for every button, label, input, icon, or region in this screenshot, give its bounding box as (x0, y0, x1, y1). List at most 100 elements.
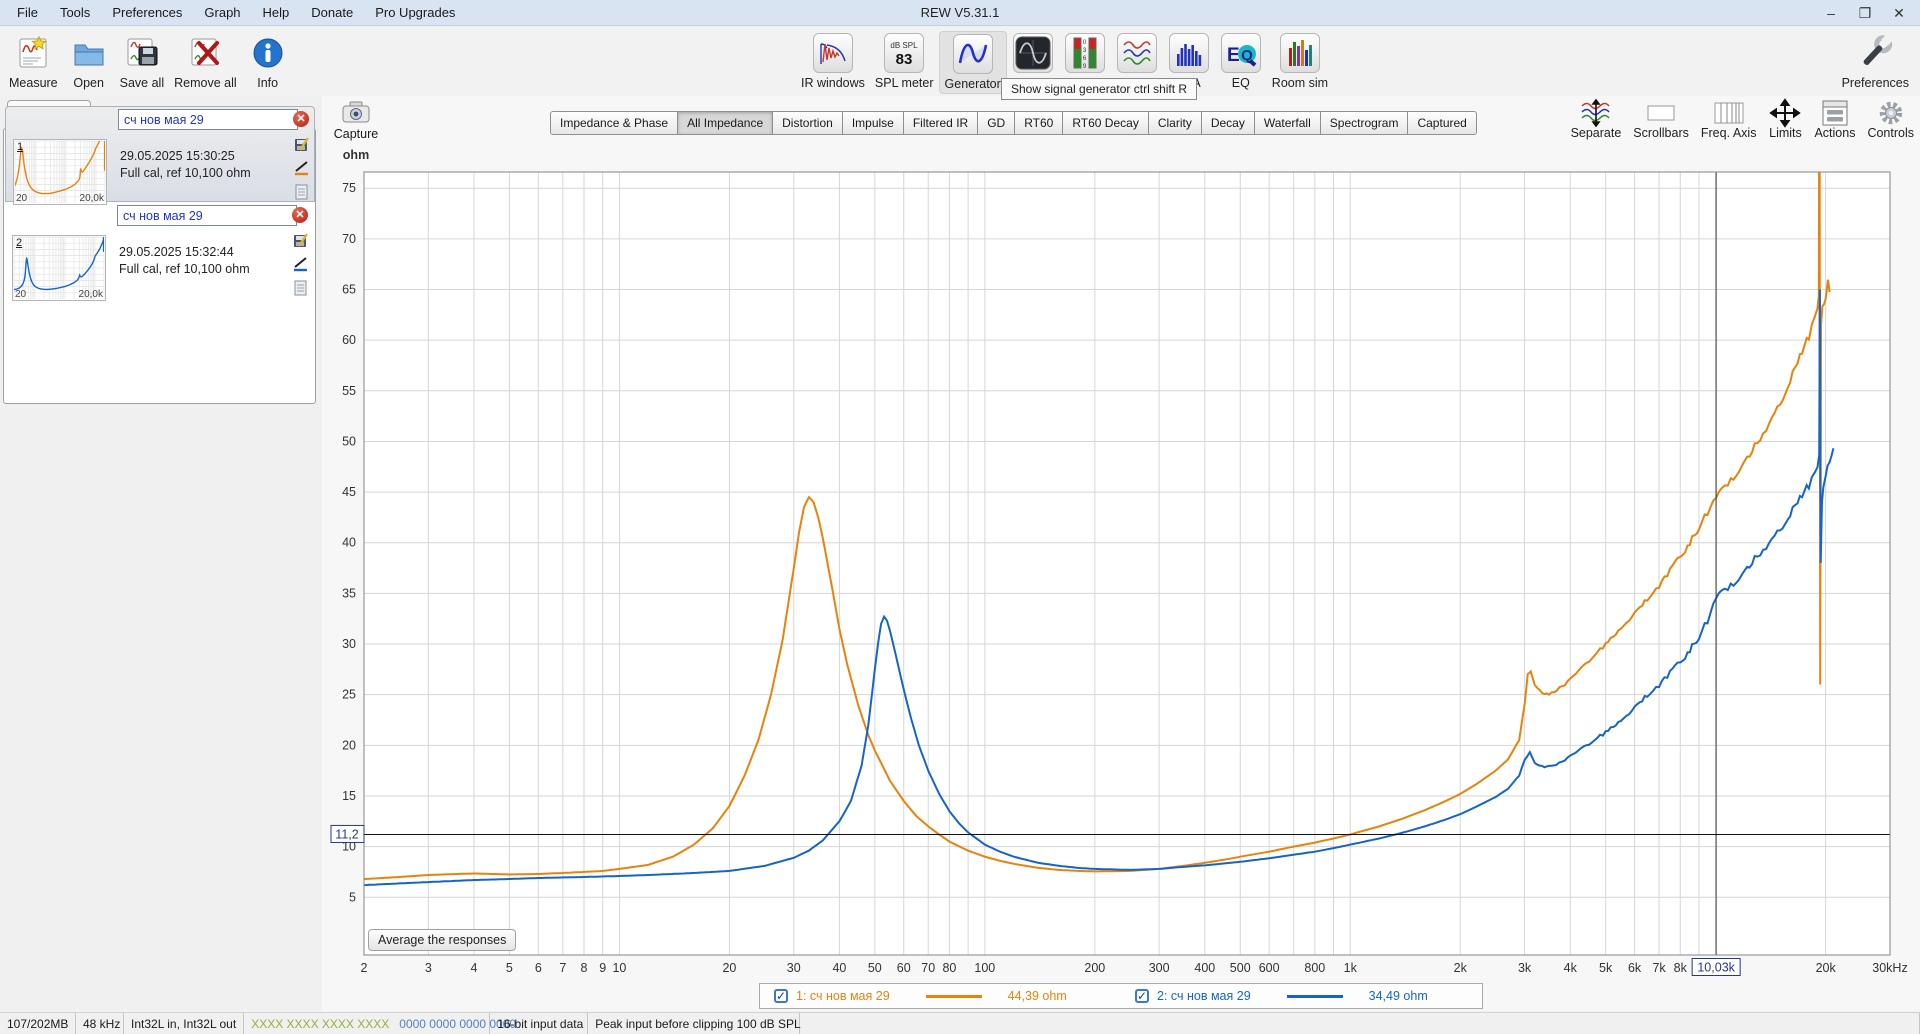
save-measurement-icon[interactable] (292, 231, 309, 248)
svg-text:25: 25 (342, 688, 356, 702)
svg-text:50: 50 (342, 434, 356, 448)
svg-text:80: 80 (942, 961, 956, 975)
measurement-datetime: 29.05.2025 15:32:44 (119, 245, 234, 259)
controls-button[interactable]: Controls (1867, 100, 1914, 140)
svg-text:4: 4 (471, 961, 478, 975)
average-responses-button[interactable]: Average the responses (368, 929, 517, 951)
trace-settings-icon[interactable] (292, 255, 309, 272)
actions-button[interactable]: Actions (1814, 100, 1855, 140)
tab-captured[interactable]: Captured (1407, 111, 1477, 135)
svg-text:70: 70 (921, 961, 935, 975)
svg-text:75: 75 (342, 181, 356, 195)
svg-text:100: 100 (974, 961, 995, 975)
tab-rt60[interactable]: RT60 (1014, 111, 1064, 135)
graph-tool-label: Actions (1814, 126, 1856, 140)
svg-text:70: 70 (342, 232, 356, 246)
tab-decay[interactable]: Decay (1200, 111, 1255, 135)
svg-text:30kHz: 30kHz (1872, 961, 1907, 975)
trace-settings-icon[interactable] (293, 159, 310, 176)
tab-filtered-ir[interactable]: Filtered IR (902, 111, 979, 135)
svg-text:15: 15 (342, 789, 356, 803)
svg-text:6: 6 (535, 961, 542, 975)
actions-icon (1818, 100, 1852, 126)
svg-text:40: 40 (342, 536, 356, 550)
scrollbars-icon (1644, 100, 1678, 126)
svg-text:7k: 7k (1652, 961, 1666, 975)
svg-text:20: 20 (342, 738, 356, 752)
svg-text:300: 300 (1149, 961, 1170, 975)
svg-text:6k: 6k (1628, 961, 1642, 975)
svg-text:5: 5 (506, 961, 513, 975)
save-measurement-icon[interactable] (293, 135, 310, 152)
svg-text:45: 45 (342, 485, 356, 499)
svg-text:60: 60 (342, 333, 356, 347)
svg-text:600: 600 (1259, 961, 1280, 975)
graph-tool-label: Freq. Axis (1700, 126, 1757, 140)
controls-icon (1874, 100, 1908, 126)
svg-text:5: 5 (349, 890, 356, 904)
tab-impedance-phase[interactable]: Impedance & Phase (550, 111, 679, 135)
measurement-info: Full cal, ref 10,100 ohm (120, 166, 251, 180)
measurement-datetime: 29.05.2025 15:30:25 (120, 149, 235, 163)
measurement-thumbnail[interactable]: 2 20 20,0k (12, 235, 106, 301)
svg-text:4k: 4k (1564, 961, 1578, 975)
tab-clarity[interactable]: Clarity (1147, 111, 1202, 135)
notes-icon[interactable] (293, 183, 310, 200)
svg-text:11,2: 11,2 (335, 827, 358, 841)
svg-text:8k: 8k (1674, 961, 1688, 975)
svg-text:10,03k: 10,03k (1697, 961, 1735, 975)
svg-text:10: 10 (612, 961, 626, 975)
svg-text:30: 30 (787, 961, 801, 975)
svg-text:500: 500 (1230, 961, 1251, 975)
separate-button[interactable]: Separate (1570, 98, 1622, 140)
delete-measurement-button[interactable]: ✕ (292, 207, 308, 223)
svg-text:65: 65 (342, 283, 356, 297)
svg-text:8: 8 (581, 961, 588, 975)
tab-waterfall[interactable]: Waterfall (1253, 111, 1321, 135)
measurement-item-2[interactable]: 2 20 20,0k 29.05.2025 15:32:44 Full cal,… (5, 203, 315, 301)
tab-impulse[interactable]: Impulse (841, 111, 904, 135)
tab-distortion[interactable]: Distortion (772, 111, 843, 135)
tab-spectrogram[interactable]: Spectrogram (1319, 111, 1409, 135)
svg-text:1k: 1k (1344, 961, 1358, 975)
delete-measurement-button[interactable]: ✕ (293, 111, 309, 127)
svg-text:200: 200 (1084, 961, 1105, 975)
graph-tools: Separate Scrollbars Freq. Axis Limits Action… (1570, 98, 1914, 140)
svg-text:3: 3 (425, 961, 432, 975)
svg-text:7: 7 (559, 961, 566, 975)
rew-application-window: File Tools Preferences Graph Help Donate Pro U… (0, 0, 1920, 1034)
svg-text:55: 55 (342, 384, 356, 398)
svg-text:60: 60 (897, 961, 911, 975)
measurement-item-1[interactable]: 1 20 20,0k 29.05.2025 15:30:25 Full cal,… (5, 106, 315, 205)
svg-text:20k: 20k (1816, 961, 1837, 975)
limits-icon (1768, 98, 1802, 128)
graph-tool-label: Controls (1867, 126, 1914, 140)
measurement-name-input[interactable] (118, 109, 298, 130)
notes-icon[interactable] (292, 279, 309, 296)
freq-axis-button[interactable]: Freq. Axis (1700, 100, 1757, 140)
svg-text:20: 20 (722, 961, 736, 975)
measurement-thumbnail[interactable]: 1 20 20,0k (13, 139, 107, 205)
svg-text:2: 2 (361, 961, 368, 975)
graph-tool-label: Separate (1570, 126, 1622, 140)
generator-tooltip: Show signal generator ctrl shift R (1001, 78, 1198, 100)
svg-text:9: 9 (599, 961, 606, 975)
graph-tabs: Impedance & Phase All Impedance Distortion… (550, 111, 1477, 135)
freq-axis-icon (1712, 100, 1746, 126)
measurement-info: Full cal, ref 10,100 ohm (119, 262, 250, 276)
scrollbars-button[interactable]: Scrollbars (1633, 100, 1689, 140)
graph-tool-label: Scrollbars (1633, 126, 1689, 140)
tab-all-impedance[interactable]: All Impedance (677, 111, 774, 135)
svg-text:800: 800 (1304, 961, 1325, 975)
svg-text:5k: 5k (1599, 961, 1613, 975)
svg-text:35: 35 (342, 586, 356, 600)
limits-button[interactable]: Limits (1768, 98, 1802, 140)
svg-text:50: 50 (868, 961, 882, 975)
svg-text:40: 40 (832, 961, 846, 975)
measurement-name-input[interactable] (117, 205, 297, 226)
svg-text:2k: 2k (1454, 961, 1468, 975)
svg-text:400: 400 (1194, 961, 1215, 975)
svg-text:3k: 3k (1518, 961, 1532, 975)
tab-gd[interactable]: GD (977, 111, 1016, 135)
tab-rt60-decay[interactable]: RT60 Decay (1062, 111, 1149, 135)
